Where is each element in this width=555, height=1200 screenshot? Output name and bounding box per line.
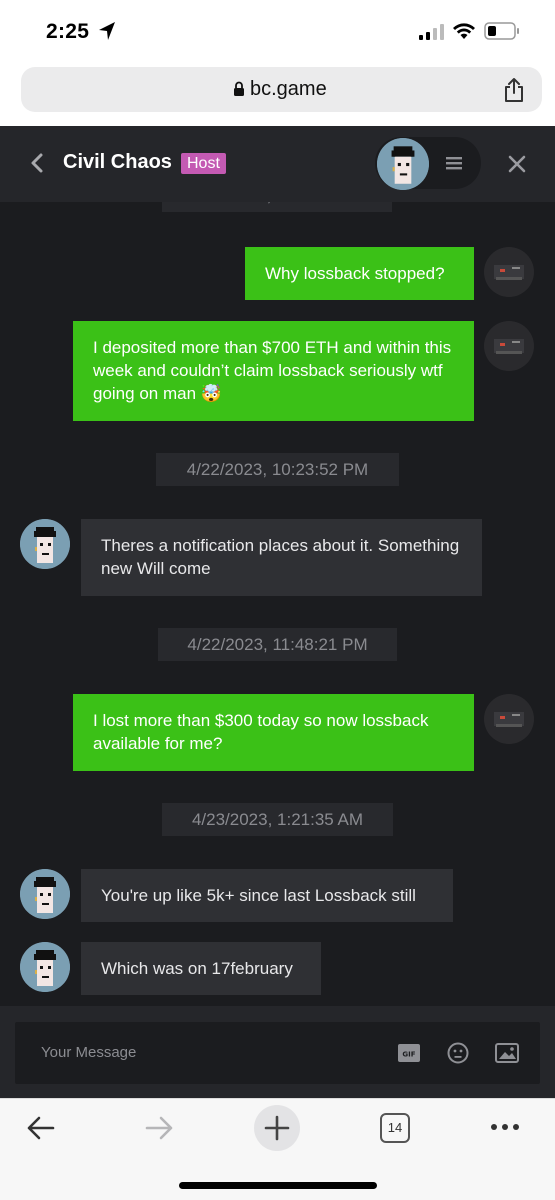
host-avatar xyxy=(20,869,70,919)
message-list[interactable]: 4/21/2023, 9:37:47 PM Why lossback stopp… xyxy=(0,179,555,1022)
back-arrow-icon[interactable] xyxy=(26,1115,56,1141)
image-icon[interactable] xyxy=(495,1043,519,1063)
host-badge: Host xyxy=(181,153,226,174)
emoji-icon[interactable] xyxy=(447,1042,469,1064)
screen: 2:25 bc.game Why lossback stopped? I dep… xyxy=(0,0,555,1200)
incoming-message-2: You're up like 5k+ since last Lossback s… xyxy=(81,869,453,922)
message-input[interactable]: Your Message GIF xyxy=(15,1022,540,1084)
share-icon[interactable] xyxy=(502,77,526,103)
timestamp: 4/23/2023, 1:21:35 AM xyxy=(162,803,393,836)
home-indicator xyxy=(179,1182,377,1189)
back-chevron-icon[interactable] xyxy=(28,152,46,174)
wifi-icon xyxy=(453,23,475,39)
location-arrow-icon xyxy=(99,22,115,40)
url-text: bc.game xyxy=(250,78,327,100)
chat-title: Civil Chaos xyxy=(63,151,172,173)
cellular-signal-icon xyxy=(419,24,444,40)
browser-address-area: bc.game xyxy=(0,60,555,126)
browser-toolbar: 14 xyxy=(0,1098,555,1200)
timestamp: 4/22/2023, 11:48:21 PM xyxy=(158,628,397,661)
incoming-message-1: Theres a notification places about it. S… xyxy=(81,519,482,596)
user-avatar xyxy=(484,694,534,744)
forward-arrow-icon[interactable] xyxy=(144,1115,174,1141)
timestamp: 4/22/2023, 10:23:52 PM xyxy=(156,453,399,486)
user-avatar xyxy=(484,321,534,371)
outgoing-message-2: I deposited more than $700 ETH and withi… xyxy=(73,321,474,421)
address-bar[interactable]: bc.game xyxy=(21,67,542,112)
incoming-message-3: Which was on 17february xyxy=(81,942,321,995)
lock-icon xyxy=(234,81,244,96)
chat-header: Civil Chaos Host xyxy=(0,126,555,202)
gif-icon[interactable]: GIF xyxy=(398,1044,420,1062)
status-time: 2:25 xyxy=(46,20,90,43)
gif-icon-label: GIF xyxy=(402,1051,415,1059)
close-icon[interactable] xyxy=(507,154,527,174)
plus-icon xyxy=(264,1115,290,1141)
more-dots-icon[interactable] xyxy=(490,1123,520,1131)
header-avatar[interactable] xyxy=(377,138,429,190)
new-tab-button[interactable] xyxy=(254,1105,300,1151)
host-avatar xyxy=(20,519,70,569)
menu-icon[interactable] xyxy=(445,154,463,172)
host-avatar xyxy=(20,942,70,992)
user-avatar xyxy=(484,247,534,297)
message-composer: Your Message GIF xyxy=(0,1006,555,1098)
outgoing-message-3: I lost more than $300 today so now lossb… xyxy=(73,694,474,771)
status-bar: 2:25 xyxy=(0,0,555,60)
message-placeholder: Your Message xyxy=(41,1044,137,1061)
battery-icon xyxy=(484,22,519,40)
tab-switcher-button[interactable]: 14 xyxy=(380,1113,410,1143)
chat-app: 4/21/2023, 9:37:47 PM Why lossback stopp… xyxy=(0,126,555,1098)
outgoing-message-1: Why lossback stopped? xyxy=(245,247,474,300)
